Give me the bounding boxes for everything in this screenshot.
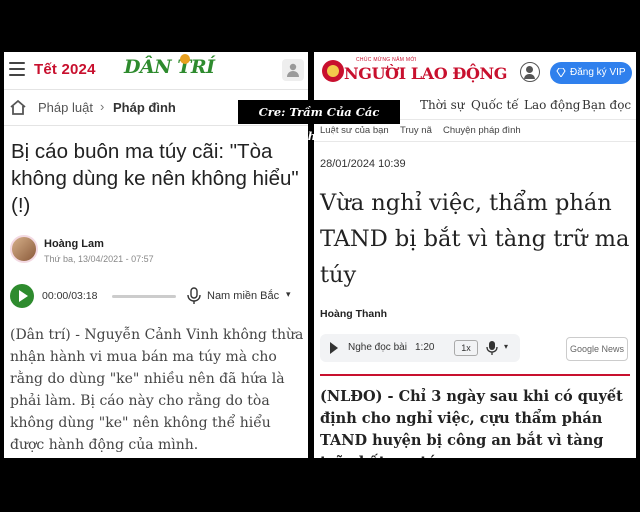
dantri-logo[interactable]: DÂN TRÍ [124,54,215,78]
author-name[interactable]: Hoàng Thanh [320,308,387,320]
diamond-icon [556,68,566,77]
chevron-right-icon: › [100,99,105,114]
vip-signup-button[interactable]: Đăng ký VIP [550,62,632,84]
speed-button[interactable]: 1x [454,340,478,356]
play-button[interactable] [10,284,34,308]
audio-player: Nghe đọc bài 1:20 1x ▾ [320,334,520,362]
author-name[interactable]: Hoàng Lam [44,238,104,250]
subnav-chuyen-phap-dinh[interactable]: Chuyện pháp đình [443,125,521,136]
breadcrumb-phap-dinh[interactable]: Pháp đình [113,100,176,115]
divider [320,374,630,376]
chevron-down-icon[interactable]: ▾ [286,289,291,300]
watermark-credit: Cre: Trầm Của Các Khanh [238,100,400,143]
vip-label: Đăng ký VIP [570,67,626,78]
nav-ban-doc[interactable]: Bạn đọc [582,98,631,112]
dantri-logo-text: DÂN TRÍ [124,56,215,78]
nav-thoi-su[interactable]: Thời sự [420,98,465,112]
play-icon[interactable] [330,342,338,354]
subnav-truy-na[interactable]: Truy nã [400,125,432,136]
microphone-icon [187,287,201,304]
article-title: Bị cáo buôn ma túy cãi: "Tòa không dùng … [11,140,299,217]
tet-2024-label[interactable]: Tết 2024 [34,61,96,78]
nld-tagline: CHÚC MỪNG NĂM MỚI [356,57,417,63]
nav-quoc-te[interactable]: Quốc tế [471,98,519,112]
article-lead: (Dân trí) - Nguyễn Cảnh Vinh không thừa … [10,327,304,453]
author-avatar[interactable] [10,235,38,263]
breadcrumb-phap-luat[interactable]: Pháp luật [38,100,93,115]
chevron-down-icon[interactable]: ▾ [504,342,508,351]
account-icon[interactable] [520,62,540,82]
article-lead: (NLĐO) - Chỉ 3 ngày sau khi có quyết địn… [320,388,623,458]
audio-progress-bar[interactable] [112,295,176,298]
audio-time: 00:00/03:18 [42,290,98,302]
microphone-icon[interactable] [486,340,498,356]
audio-duration: 1:20 [415,342,435,353]
dantri-header: Tết 2024 DÂN TRÍ [4,52,308,90]
user-icon[interactable] [282,59,304,81]
blossom-icon [180,54,190,64]
publish-date: Thứ ba, 13/04/2021 - 07:57 [44,254,154,264]
nld-logo[interactable]: NGƯỜI LAO ĐỘNG [344,64,507,83]
nav-lao-dong[interactable]: Lao động [524,98,580,112]
voice-select[interactable]: Nam miền Bắc [207,290,279,302]
publish-date: 28/01/2024 10:39 [320,158,406,170]
google-news-button[interactable]: Google News [566,337,628,361]
nld-header: CHÚC MỪNG NĂM MỚI NGƯỜI LAO ĐỘNG Đăng ký… [314,52,636,94]
article-title: Vừa nghỉ việc, thẩm phán TAND bị bắt vì … [320,190,630,288]
menu-icon[interactable] [9,62,25,76]
audio-player: 00:00/03:18 Nam miền Bắc ▾ [10,284,300,310]
nld-logo-emblem-icon [322,60,344,82]
audio-label[interactable]: Nghe đọc bài [348,342,407,353]
collage-frame: Tết 2024 DÂN TRÍ Pháp luật › Pháp đình B… [0,0,640,512]
home-icon[interactable] [9,99,27,115]
